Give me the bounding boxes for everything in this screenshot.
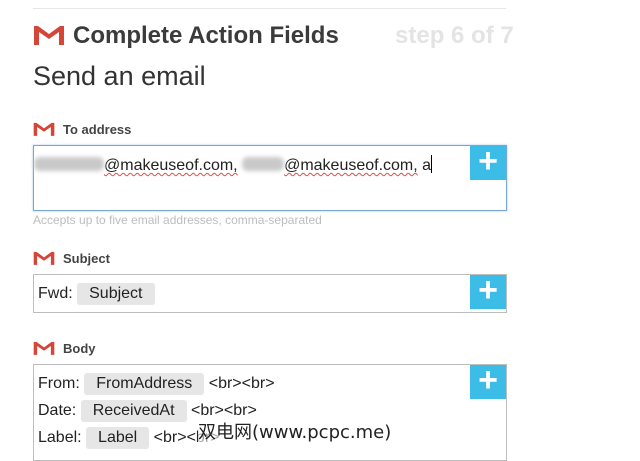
step-indicator: step 6 of 7	[395, 22, 514, 49]
subject-field[interactable]: Fwd: Subject +	[33, 271, 507, 313]
gmail-icon	[33, 121, 55, 137]
subject-label-text: Subject	[63, 251, 110, 266]
body-line: Label: Label <br><br>	[38, 427, 219, 449]
insert-field-button[interactable]: +	[470, 361, 506, 399]
body-line: From: FromAddress <br><br>	[38, 373, 275, 395]
plus-icon: +	[478, 142, 498, 180]
top-divider	[33, 8, 506, 9]
body-field[interactable]: From: FromAddress <br><br> Date: Receive…	[33, 361, 507, 461]
from-address-token[interactable]: FromAddress	[84, 373, 205, 395]
text-caret	[431, 155, 433, 173]
page-title: Complete Action Fields	[73, 22, 339, 49]
insert-field-button[interactable]: +	[470, 142, 506, 180]
watermark: 双电网(www.pcpc.me)	[198, 418, 392, 444]
insert-field-button[interactable]: +	[470, 271, 506, 309]
gmail-icon	[33, 24, 65, 46]
to-address-value: @makeuseof.com, @makeuseof.com, a	[34, 155, 433, 175]
plus-icon: +	[478, 361, 498, 399]
to-address-label-text: To address	[63, 122, 132, 137]
header: Complete Action Fields step 6 of 7	[33, 22, 593, 52]
gmail-icon	[33, 340, 55, 356]
received-at-token[interactable]: ReceivedAt	[80, 400, 187, 422]
plus-icon: +	[478, 271, 498, 309]
to-address-field[interactable]: @makeuseof.com, @makeuseof.com, a +	[33, 142, 507, 211]
label-token[interactable]: Label	[86, 427, 150, 449]
body-label-text: Body	[63, 341, 96, 356]
to-address-helper: Accepts up to five email addresses, comm…	[33, 213, 322, 227]
redacted-text	[242, 157, 285, 171]
subject-value: Fwd: Subject	[38, 283, 155, 305]
action-title: Send an email	[33, 61, 206, 91]
gmail-icon	[33, 250, 55, 266]
subject-token[interactable]: Subject	[77, 283, 155, 305]
redacted-text	[34, 157, 104, 171]
